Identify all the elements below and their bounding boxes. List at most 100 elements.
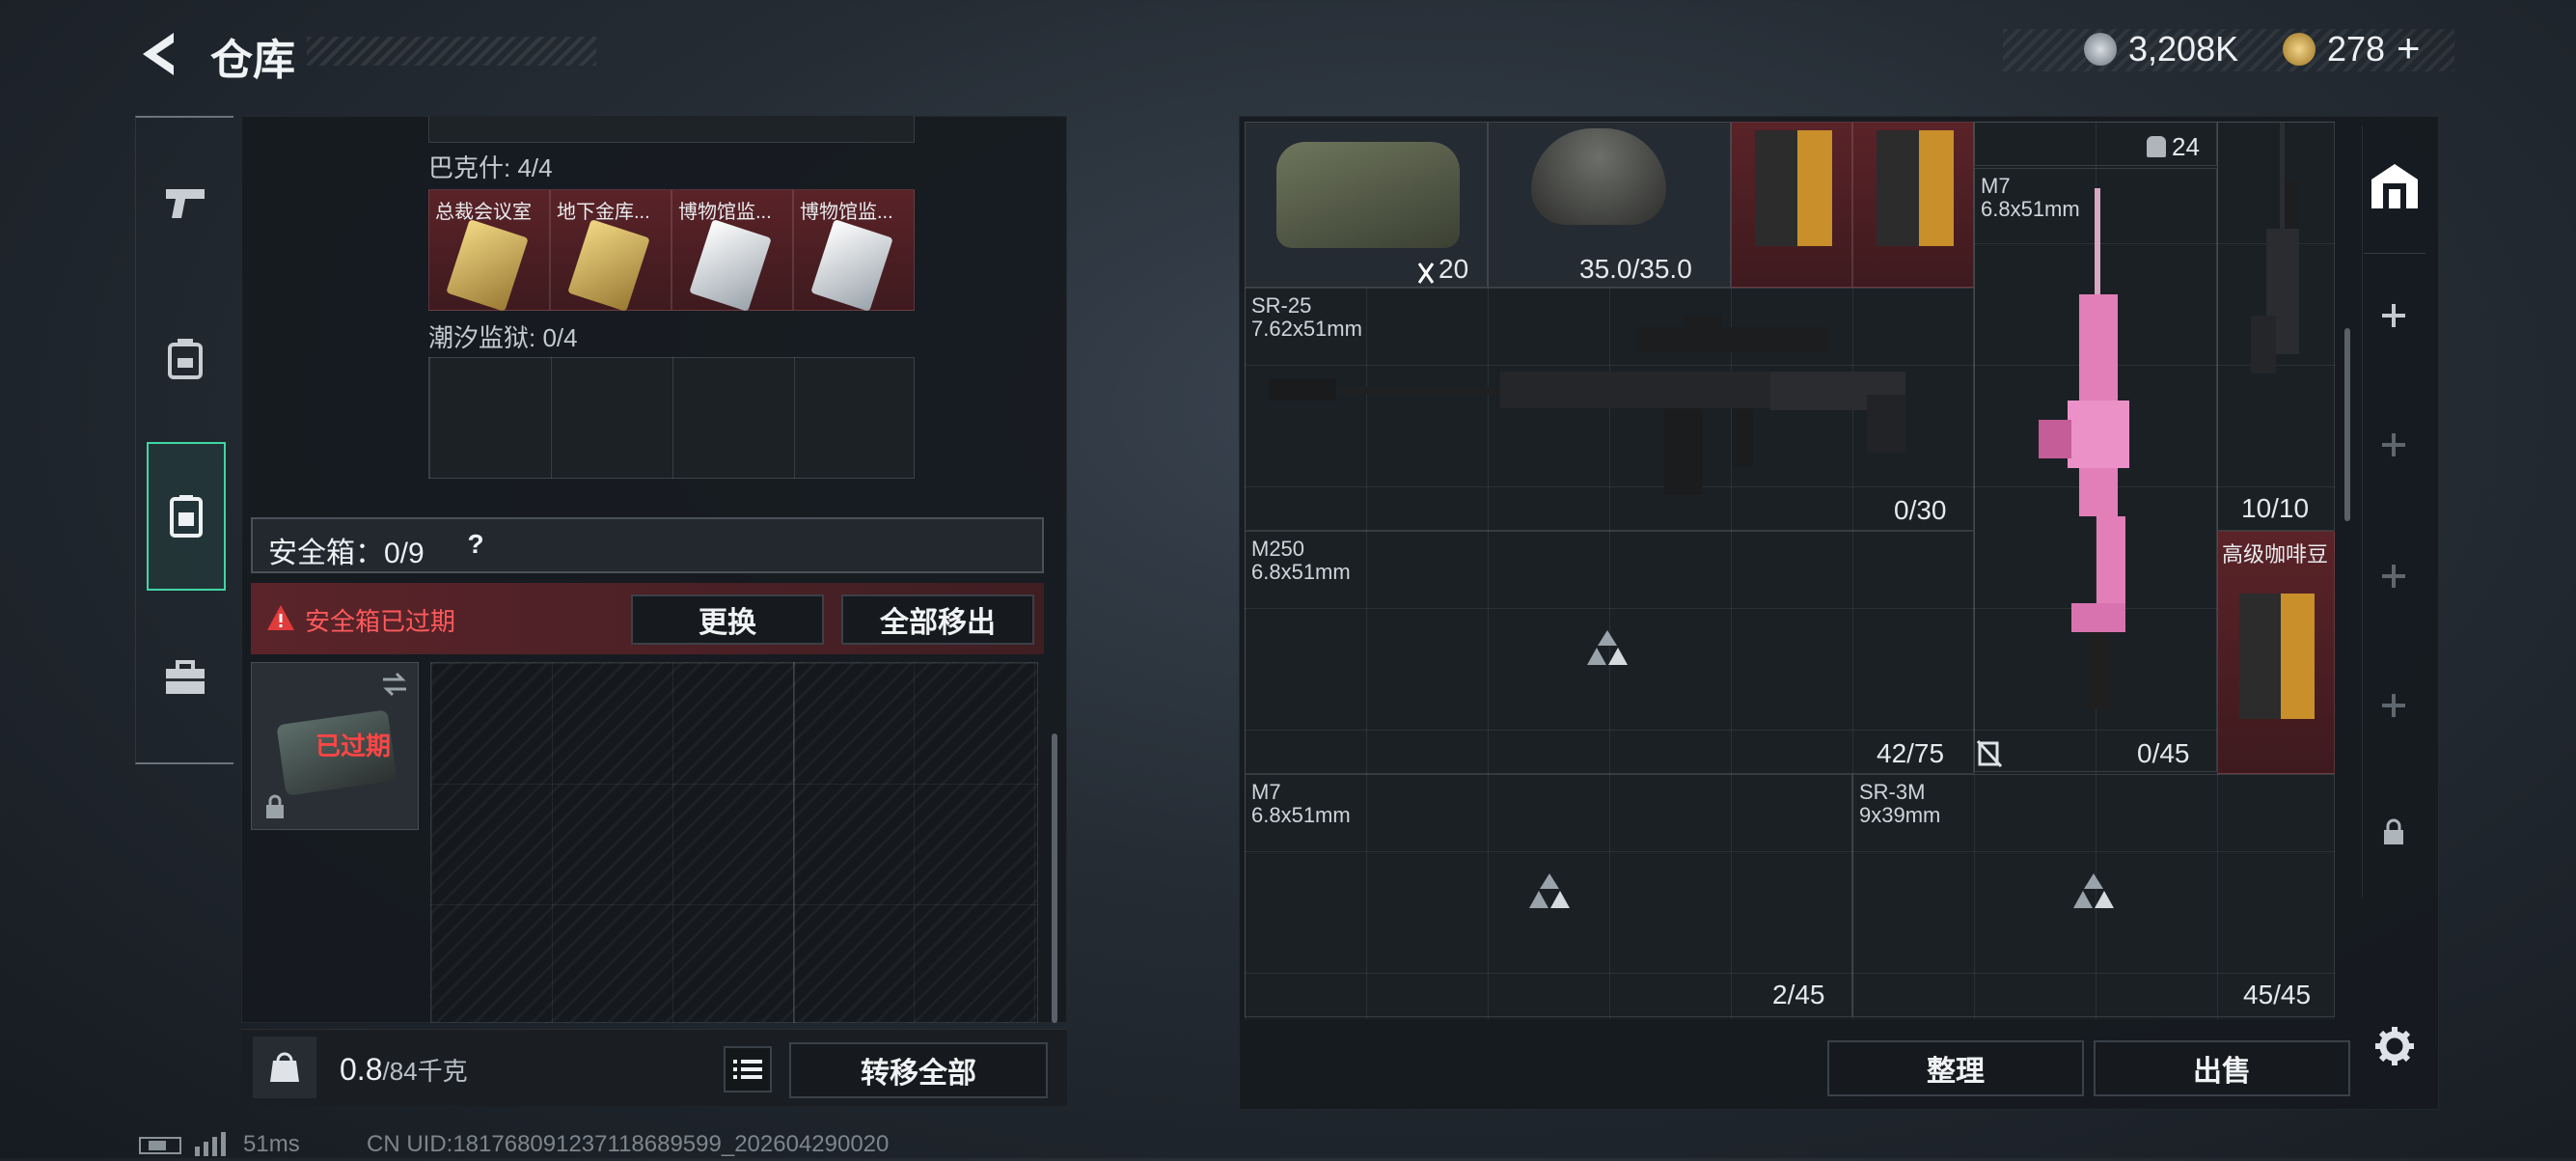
tab-divider bbox=[2364, 253, 2425, 254]
plus-icon bbox=[2382, 694, 2405, 717]
sidebar-item-pistol[interactable] bbox=[145, 162, 226, 243]
keycard-silver-image bbox=[810, 219, 893, 312]
safebox-item-slot[interactable]: 已过期 bbox=[251, 662, 419, 830]
stash-item[interactable]: SR-3M 9x39mm 45/45 bbox=[1852, 774, 2335, 1017]
stash-item[interactable]: 20 bbox=[1245, 122, 1488, 288]
item-caliber: 6.8x51mm bbox=[1251, 560, 1351, 584]
keycard-silver-image bbox=[689, 219, 772, 312]
coffee-bag-image bbox=[1755, 130, 1832, 246]
item-name: M250 bbox=[1251, 537, 1305, 561]
keycard-label: 地下金库... bbox=[557, 202, 650, 223]
stash-item[interactable]: 35.0/35.0 bbox=[1488, 122, 1731, 288]
keycard-slot[interactable]: 博物馆监... bbox=[793, 189, 915, 312]
left-scrollbar[interactable] bbox=[1052, 733, 1057, 1023]
stash-item[interactable] bbox=[1852, 122, 1974, 288]
premium-coin-icon bbox=[2283, 33, 2316, 66]
item-caliber: 9x39mm bbox=[1859, 803, 1941, 827]
helmet-durability: 35.0/35.0 bbox=[1579, 254, 1692, 284]
keycard-row-partial bbox=[428, 116, 915, 143]
no-mag-icon bbox=[1976, 739, 2003, 768]
prison-keycard-slots[interactable] bbox=[428, 357, 915, 479]
stash-item[interactable]: M7 6.8x51mm 2/45 bbox=[1245, 774, 1852, 1017]
stash-item[interactable] bbox=[1731, 122, 1852, 288]
ping-text: 51ms bbox=[243, 1131, 300, 1157]
stash-item[interactable]: 24 bbox=[1974, 122, 2217, 166]
add-tab-button[interactable] bbox=[2377, 689, 2410, 722]
item-ammo: 0/45 bbox=[2137, 738, 2190, 768]
replace-button[interactable]: 更换 bbox=[631, 594, 824, 645]
title-decoration bbox=[307, 37, 596, 66]
plus-icon bbox=[2382, 565, 2405, 588]
sell-button[interactable]: 出售 bbox=[2094, 1040, 2350, 1096]
stash-item[interactable]: M250 6.8x51mm 42/75 bbox=[1245, 531, 2003, 774]
safebox-expired-warning: 安全箱已过期 bbox=[305, 607, 456, 636]
sort-button[interactable]: 整理 bbox=[1827, 1040, 2084, 1096]
add-tab-button[interactable] bbox=[2377, 299, 2410, 332]
stash-item[interactable]: 高级咖啡豆 bbox=[2217, 531, 2335, 774]
item-ammo: 45/45 bbox=[2243, 980, 2312, 1009]
prison-group-label: 潮汐监狱: 0/4 bbox=[428, 323, 578, 352]
safebox-label: 安全箱：0/9 bbox=[268, 538, 425, 569]
backpack-image bbox=[1276, 142, 1460, 248]
placeholder-triangles-icon bbox=[1527, 871, 1572, 910]
sidebar-item-backpack[interactable] bbox=[145, 318, 226, 400]
sidebar-item-safebox[interactable] bbox=[147, 442, 226, 591]
stash-item[interactable]: M7 6.8x51mm 0/45 bbox=[1974, 168, 2217, 772]
stash-item[interactable]: SR-25 7.62x51mm 0/30 bbox=[1245, 288, 1974, 531]
helmet-image bbox=[1531, 128, 1666, 225]
item-count: 20 bbox=[1439, 254, 1469, 284]
item-name: SR-3M bbox=[1859, 780, 1926, 804]
list-view-button[interactable] bbox=[724, 1046, 772, 1092]
page-title: 仓库 bbox=[210, 37, 295, 84]
stash-scrollbar[interactable] bbox=[2344, 328, 2350, 521]
item-ammo: 2/45 bbox=[1772, 980, 1825, 1009]
warehouse-tab-main[interactable] bbox=[2364, 154, 2425, 216]
placeholder-triangles-icon bbox=[2071, 871, 2116, 910]
premium-amount: 278 bbox=[2327, 29, 2386, 69]
gear-icon bbox=[2375, 1027, 2414, 1065]
safebox-help-button[interactable]: ? bbox=[459, 527, 492, 562]
weight-value: 0.8/84千克 bbox=[340, 1052, 468, 1088]
safebox-grid-divider bbox=[793, 662, 795, 1023]
keycard-slot[interactable]: 博物馆监... bbox=[671, 189, 793, 312]
pistol-icon bbox=[166, 189, 205, 218]
bakesh-group-label: 巴克什: 4/4 bbox=[428, 153, 553, 182]
safebox-grid[interactable] bbox=[430, 662, 1038, 1023]
expired-tag: 已过期 bbox=[315, 732, 392, 760]
item-ammo: 10/10 bbox=[2241, 493, 2310, 523]
add-tab-button[interactable] bbox=[2377, 428, 2410, 461]
list-icon bbox=[733, 1060, 762, 1079]
keycard-slot[interactable]: 地下金库... bbox=[550, 189, 671, 312]
sniper-rifle-image bbox=[2237, 123, 2320, 412]
item-caliber: 6.8x51mm bbox=[1251, 803, 1351, 827]
keycard-slot[interactable]: 总裁会议室 bbox=[428, 189, 550, 312]
back-button[interactable] bbox=[135, 27, 183, 81]
small-bag-icon bbox=[2147, 136, 2166, 157]
m7-pink-rifle-image bbox=[2033, 188, 2168, 729]
back-arrow-icon bbox=[143, 33, 174, 75]
item-ammo: 0/30 bbox=[1894, 495, 1947, 525]
item-name: M7 bbox=[1251, 780, 1281, 804]
sidebar-item-toolbox[interactable] bbox=[145, 637, 226, 718]
helmet-count-icon bbox=[1417, 262, 1435, 285]
transfer-all-button[interactable]: 转移全部 bbox=[789, 1042, 1048, 1098]
premium-add-button[interactable]: + bbox=[2397, 25, 2421, 71]
locked-tab[interactable] bbox=[2381, 818, 2406, 845]
currency-amount: 3,208K bbox=[2128, 29, 2239, 69]
swap-icon[interactable] bbox=[379, 671, 410, 698]
item-name: M7 bbox=[1981, 174, 2011, 198]
battery-icon bbox=[139, 1137, 181, 1154]
coin-icon bbox=[2084, 33, 2117, 66]
placeholder-triangles-icon bbox=[1585, 628, 1630, 667]
keycard-gold-image bbox=[567, 219, 650, 312]
add-tab-button[interactable] bbox=[2377, 560, 2410, 593]
signal-icon bbox=[193, 1131, 232, 1156]
weight-icon-box bbox=[253, 1037, 316, 1098]
settings-button[interactable] bbox=[2373, 1025, 2416, 1067]
warehouse-tabs bbox=[2362, 125, 2427, 898]
plus-icon bbox=[2382, 304, 2405, 327]
weight-icon bbox=[270, 1052, 299, 1082]
item-name: 高级咖啡豆 bbox=[2222, 542, 2329, 567]
stash-item[interactable]: 10/10 bbox=[2217, 122, 2335, 531]
remove-all-button[interactable]: 全部移出 bbox=[841, 594, 1034, 645]
